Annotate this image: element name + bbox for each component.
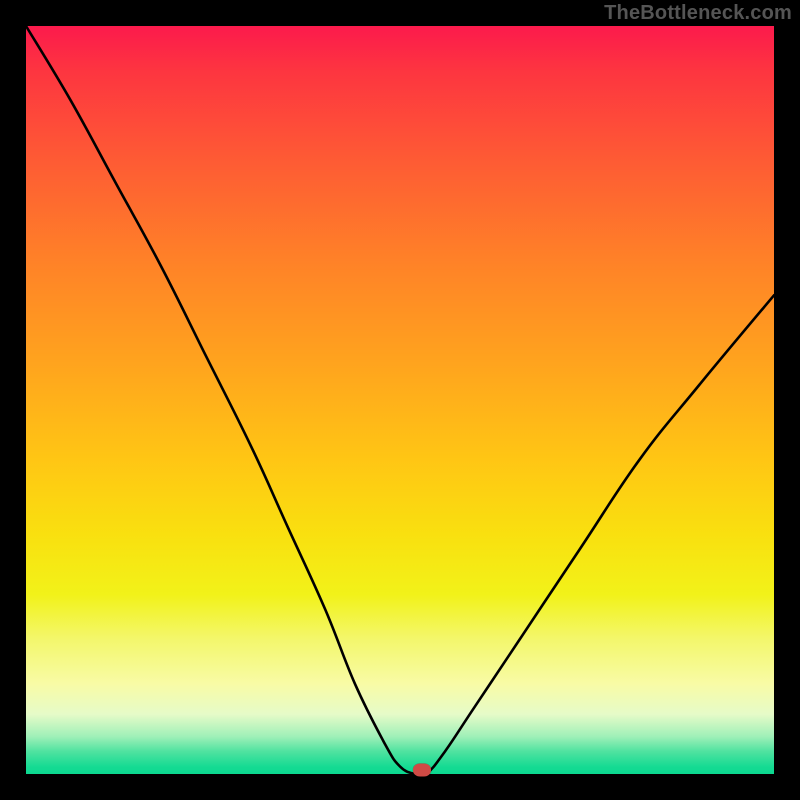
- plot-area: [26, 26, 774, 774]
- chart-frame: TheBottleneck.com: [0, 0, 800, 800]
- watermark-text: TheBottleneck.com: [604, 2, 792, 25]
- bottleneck-curve: [26, 26, 774, 774]
- optimum-marker: [413, 764, 431, 777]
